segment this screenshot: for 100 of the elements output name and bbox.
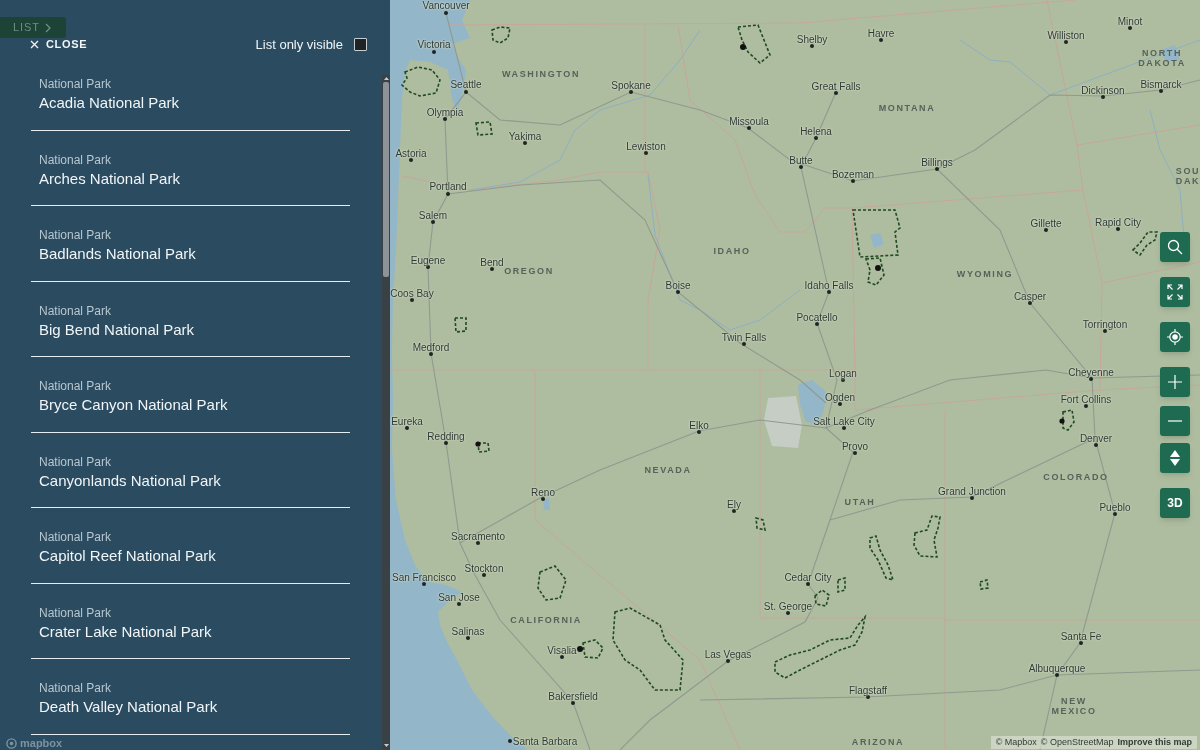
3d-toggle-button[interactable]: 3D	[1160, 488, 1190, 518]
city-label: Seattle	[450, 78, 482, 90]
city-label: Bozeman	[831, 168, 875, 180]
park-boundary	[913, 515, 941, 558]
city-label: Reno	[531, 486, 555, 498]
checkbox[interactable]	[354, 37, 367, 51]
city-label: Fort Collins	[1060, 393, 1112, 405]
park-name[interactable]: Acadia National Park	[39, 93, 350, 113]
park-name[interactable]: Badlands National Park	[39, 244, 350, 264]
scroll-down-icon[interactable]	[383, 744, 389, 747]
city-label: Coos Bay	[390, 287, 434, 299]
zoom-out-button[interactable]	[1160, 406, 1190, 436]
locate-button[interactable]	[1160, 322, 1190, 352]
city-label: Vancouver	[422, 0, 470, 11]
region-label: WYOMING	[956, 269, 1014, 279]
city-label: Butte	[789, 154, 813, 166]
city-label: Helena	[800, 125, 832, 137]
park-name[interactable]: Big Bend National Park	[39, 319, 350, 340]
minus-icon	[1168, 420, 1182, 422]
compass-icon	[1170, 450, 1180, 466]
city-label: Idaho Falls	[804, 279, 854, 291]
city-label: Astoria	[395, 147, 427, 159]
park-category: National Park	[39, 378, 113, 394]
city-label: Billings	[921, 156, 953, 168]
city-label: San Francisco	[392, 571, 456, 583]
park-name[interactable]: Bryce Canyon National Park	[39, 395, 350, 415]
region-label: UTAH	[844, 497, 876, 507]
attribution-link[interactable]: © Mapbox	[995, 738, 1037, 747]
chevron-right-icon	[44, 22, 51, 33]
park-name[interactable]: Capitol Reef National Park	[39, 546, 350, 566]
park-boundary	[477, 442, 490, 453]
close-button[interactable]: CLOSE	[30, 38, 88, 50]
city-label: Missoula	[729, 115, 769, 127]
city-label: Eureka	[391, 415, 423, 427]
region-label: NORTH DAKOTA	[1138, 48, 1186, 68]
park-boundary	[814, 589, 830, 607]
park-category: National Park	[39, 453, 113, 470]
fullscreen-button[interactable]	[1160, 277, 1190, 307]
scroll-up-icon[interactable]	[383, 77, 389, 80]
city-label: Torrington	[1082, 318, 1128, 330]
checkbox-label[interactable]: List only visible	[255, 37, 343, 51]
attribution-link[interactable]: © OpenStreetMap	[1040, 738, 1114, 747]
park-category: National Park	[39, 680, 113, 696]
city-label: Casper	[1013, 290, 1047, 302]
park-name[interactable]: Death Valley National Park	[39, 697, 350, 717]
park-marker-icon	[740, 44, 746, 50]
city-label: Medford	[412, 341, 450, 353]
target-icon	[1167, 329, 1183, 345]
city-label: Grand Junction	[938, 485, 1006, 497]
zoom-in-button[interactable]	[1160, 367, 1190, 397]
plus-icon	[1168, 375, 1182, 389]
park-name[interactable]: Arches National Park	[39, 168, 350, 189]
park-name[interactable]: Crater Lake National Park	[39, 621, 350, 642]
city-label: Eugene	[410, 254, 446, 266]
park-category: National Park	[39, 227, 113, 243]
city-label: Santa Barbara	[512, 735, 578, 747]
park-category: National Park	[39, 151, 113, 168]
search-button[interactable]	[1160, 232, 1190, 262]
city-label: Portland	[429, 180, 467, 192]
close-icon	[30, 39, 39, 49]
park-category: National Park	[39, 302, 113, 319]
city-label: Ely	[727, 498, 741, 510]
city-label: Bismarck	[1140, 78, 1182, 90]
city-label: Las Vegas	[704, 648, 752, 660]
park-name[interactable]: Canyonlands National Park	[39, 470, 350, 491]
park-boundary	[837, 576, 846, 594]
search-icon	[1167, 239, 1183, 255]
city-label: Redding	[427, 430, 465, 442]
expand-icon	[1167, 284, 1183, 300]
city-label: Havre	[867, 27, 895, 39]
region-label: OREGON	[504, 266, 554, 276]
city-label: Yakima	[508, 130, 542, 142]
region-label: MONTANA	[878, 103, 936, 113]
park-marker-icon	[1059, 418, 1065, 424]
city-label: Salem	[418, 209, 448, 221]
region-label: CALIFORNIA	[510, 615, 582, 625]
park-marker-icon	[475, 441, 481, 447]
region-label: ARIZONA	[851, 737, 905, 747]
city-label: Bakersfield	[548, 690, 598, 702]
park-boundary	[1131, 231, 1159, 257]
scrollbar-thumb[interactable]	[383, 82, 389, 277]
region-label: WASHINGTON	[502, 69, 580, 79]
city-label: Santa Fe	[1060, 630, 1102, 642]
city-label: Shelby	[796, 33, 828, 45]
region-label: NEVADA	[644, 465, 692, 475]
city-label: Salinas	[451, 625, 485, 637]
city-label: St. George	[763, 600, 813, 612]
improve-map-link[interactable]: Improve this map	[1117, 738, 1192, 747]
park-boundary	[755, 516, 767, 532]
region-label: COLORADO	[1043, 472, 1109, 482]
city-label: Gillette	[1030, 217, 1062, 229]
park-boundary	[475, 121, 493, 136]
region-label: SOU DAK	[1175, 166, 1200, 186]
park-boundary	[869, 534, 895, 582]
logo-wordmark: mapbox	[20, 738, 63, 749]
city-label: Pocatello	[796, 311, 838, 323]
city-label: Williston	[1047, 29, 1085, 41]
scrollbar[interactable]	[382, 75, 390, 750]
city-label: Provo	[841, 440, 869, 452]
compass-button[interactable]	[1160, 443, 1190, 473]
